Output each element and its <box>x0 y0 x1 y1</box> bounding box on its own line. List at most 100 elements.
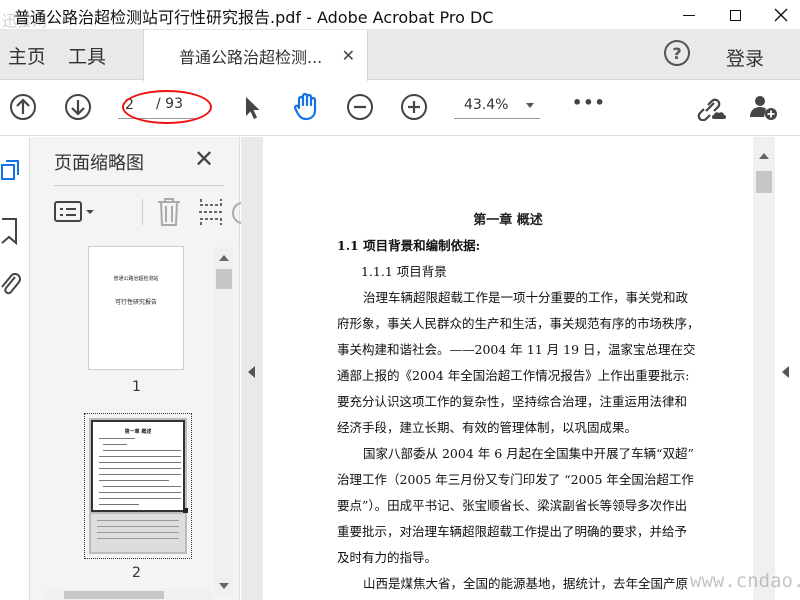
maximize-button[interactable] <box>712 0 758 30</box>
panel-toolbar <box>54 195 242 227</box>
thumbnail-line <box>103 444 127 445</box>
panel-close-icon[interactable]: ✕ <box>194 145 214 173</box>
scroll-up-icon[interactable] <box>219 255 229 261</box>
scrollbar-thumb[interactable] <box>216 269 232 289</box>
thumbnail-line <box>103 486 181 487</box>
thumbnail-text: 第一章 概述 <box>124 429 152 435</box>
thumbnail-line <box>99 474 181 475</box>
zoom-in-icon[interactable] <box>400 93 428 121</box>
minimize-icon <box>683 14 695 16</box>
more-tools-button[interactable]: ••• <box>572 93 606 112</box>
bookmarks-icon[interactable] <box>0 217 20 245</box>
zoom-dropdown[interactable]: 43.4% <box>454 93 540 119</box>
options-menu-icon[interactable] <box>54 201 96 223</box>
body-line: 通部上报的《2004 年全国治超工作情况报告》上作出重要批示: <box>337 368 690 383</box>
panel-title: 页面缩略图 <box>54 153 144 174</box>
zoom-value: 43.4% <box>464 97 509 113</box>
thumbnail-line <box>97 526 179 527</box>
add-user-icon[interactable] <box>748 93 780 121</box>
tab-document[interactable]: 普通公路治超检测... ✕ <box>143 30 368 81</box>
delete-page-icon[interactable] <box>156 197 182 227</box>
thumbnail-line <box>99 480 169 481</box>
collapse-left-panel-icon[interactable] <box>248 366 255 378</box>
page-thumbnails-panel: 页面缩略图 ✕ 普通公路治超检测站 可行性研究报告 1 第一章 概述 2 <box>30 137 242 600</box>
thumbnail-line <box>99 456 181 457</box>
thumbnail-text: 普通公路治超检测站 <box>113 276 159 282</box>
body-line: 重要批示，对治理车辆超限超载工作提出了明确的要求，并给予 <box>337 524 688 539</box>
visible-area-frame[interactable]: 第一章 概述 <box>91 420 185 512</box>
share-link-icon[interactable] <box>694 93 726 121</box>
scroll-down-icon[interactable] <box>219 583 229 589</box>
help-button[interactable]: ? <box>664 40 690 66</box>
section-heading: 1.1 项目背景和编制依据: <box>337 238 481 253</box>
subsection-heading: 1.1.1 项目背景 <box>361 264 447 279</box>
thumbnail-line <box>97 538 179 539</box>
page-thumbnail-1[interactable]: 普通公路治超检测站 可行性研究报告 <box>88 246 184 370</box>
page-number-label: 1 <box>132 379 141 395</box>
document-scrollbar[interactable] <box>753 137 775 600</box>
minimize-button[interactable] <box>666 0 712 30</box>
document-viewport[interactable]: 第一章 概述 1.1 项目背景和编制依据: 1.1.1 项目背景 治理车辆超限超… <box>241 137 775 600</box>
page-thumbnails-icon[interactable] <box>0 159 22 185</box>
site-watermark: www.cndao.com <box>690 570 800 592</box>
thumbnail-line <box>97 520 179 521</box>
thumbnail-line <box>99 504 139 505</box>
body-line: 国家八部委从 2004 年 6 月起在全国集中开展了车辆“双超” <box>363 446 694 461</box>
select-cursor-icon[interactable] <box>238 93 266 121</box>
hand-tool-icon[interactable] <box>290 90 322 122</box>
previous-page-icon[interactable] <box>9 93 37 121</box>
body-line: 府形象，事关人民群众的生产和生活，事关规范有序的市场秩序， <box>337 316 700 331</box>
window-title: 普通公路治超检测站可行性研究报告.pdf - Adobe Acrobat Pro… <box>14 8 494 27</box>
tab-tools-label: 工具 <box>68 45 107 68</box>
thumbnail-page: 第一章 概述 <box>89 418 188 554</box>
thumbnail-line <box>99 468 181 469</box>
body-line: 治理工作（2005 年三月份又专门印发了 “2005 年全国治超工作 <box>337 472 694 487</box>
resize-handle[interactable] <box>183 508 188 513</box>
attachments-icon[interactable] <box>0 271 22 301</box>
body-line: 山西是煤焦大省，全国的能源基地，据统计，去年全国产原 <box>363 576 689 591</box>
tab-home[interactable]: 主页 <box>0 30 44 80</box>
next-page-icon[interactable] <box>64 93 92 121</box>
close-icon <box>774 8 788 22</box>
thumbnail-scrollbar[interactable] <box>214 247 234 597</box>
page-thumbnail-2[interactable]: 第一章 概述 <box>84 413 192 559</box>
extract-page-icon[interactable] <box>198 197 224 227</box>
thumbnail-line <box>99 498 181 499</box>
tab-document-label: 普通公路治超检测... <box>179 47 323 67</box>
thumbnail-line <box>99 462 181 463</box>
thumbnail-list: 普通公路治超检测站 可行性研究报告 1 第一章 概述 2 <box>44 243 214 598</box>
document-page: 第一章 概述 1.1 项目背景和编制依据: 1.1.1 项目背景 治理车辆超限超… <box>263 137 753 600</box>
scrollbar-thumb[interactable] <box>756 171 772 193</box>
left-navigation-strip <box>0 137 30 600</box>
chapter-title: 第一章 概述 <box>473 213 543 228</box>
body-line: 要充分认识这项工作的复杂性，坚持综合治理，注重运用法律和 <box>337 394 688 409</box>
thumbnail-lower-area <box>91 514 185 552</box>
thumbnail-line <box>103 450 181 451</box>
body-line: 要点”）。田成平书记、张宝顺省长、梁滨副省长等领导多次作出 <box>337 498 688 513</box>
body-line: 经济手段，建立长期、有效的管理体制，以巩固成果。 <box>337 420 638 435</box>
scroll-up-icon[interactable] <box>759 153 769 159</box>
thumbnail-line <box>99 438 135 439</box>
thumbnail-line <box>99 492 181 493</box>
close-window-button[interactable] <box>758 0 800 30</box>
expand-right-panel-icon[interactable] <box>782 366 789 378</box>
body-line: 治理车辆超限超载工作是一项十分重要的工作，事关党和政 <box>363 290 689 305</box>
page-number-highlight-ellipse <box>122 90 212 124</box>
zoom-out-icon[interactable] <box>346 93 374 121</box>
toolbar: / 93 43.4% ••• <box>0 81 800 136</box>
page-number-label: 2 <box>132 565 141 581</box>
thumbnail-text: 可行性研究报告 <box>114 299 157 306</box>
help-icon: ? <box>672 43 682 63</box>
divider <box>142 199 143 225</box>
body-line: 及时有力的指导。 <box>337 550 438 565</box>
title-bar: 迅雷网 普通公路治超检测站可行性研究报告.pdf - Adobe Acrobat… <box>0 0 800 30</box>
thumbnail-horizontal-scrollbar[interactable] <box>44 589 212 600</box>
login-button[interactable]: 登录 <box>726 44 764 71</box>
tab-tools[interactable]: 工具 <box>68 30 106 80</box>
scrollbar-thumb[interactable] <box>64 591 164 599</box>
body-line: 事关构建和谐社会。——2004 年 11 月 19 日，温家宝总理在交 <box>337 342 696 357</box>
thumbnail-line <box>97 532 179 533</box>
divider <box>54 185 224 186</box>
maximize-icon <box>729 9 741 21</box>
tab-close-icon[interactable]: ✕ <box>342 46 355 65</box>
